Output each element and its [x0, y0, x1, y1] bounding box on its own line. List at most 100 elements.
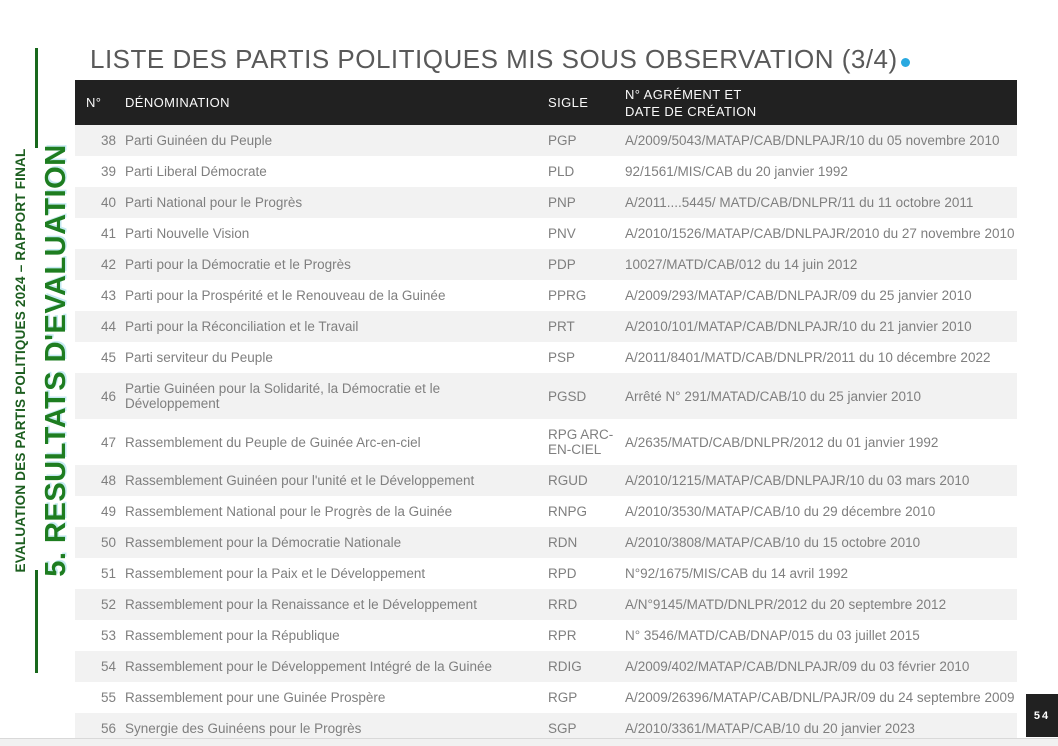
table-row: 53 Rassemblement pour la République RPR …	[75, 620, 1017, 651]
table-row: 47 Rassemblement du Peuple de Guinée Arc…	[75, 419, 1017, 465]
party-agrement: A/2011....5445/ MATD/CAB/DNLPR/11 du 11 …	[625, 195, 974, 210]
row-number: 49	[100, 504, 116, 519]
row-number: 54	[100, 659, 116, 674]
table-row: 43 Parti pour la Prospérité et le Renouv…	[75, 280, 1017, 311]
party-sigle: PGP	[548, 133, 577, 148]
party-name: Parti pour la Démocratie et le Progrès	[125, 257, 351, 272]
party-name: Parti pour la Réconciliation et le Trava…	[125, 319, 359, 334]
col-header-agrement: N° AGRÉMENT ET DATE DE CRÉATION	[625, 80, 1017, 125]
table-row: 52 Rassemblement pour la Renaissance et …	[75, 589, 1017, 620]
table-row: 45 Parti serviteur du Peuple PSP A/2011/…	[75, 342, 1017, 373]
row-number: 40	[100, 195, 116, 210]
page-title-text: LISTE DES PARTIS POLITIQUES MIS SOUS OBS…	[90, 44, 898, 74]
party-name: Parti Guinéen du Peuple	[125, 133, 273, 148]
table-row: 50 Rassemblement pour la Démocratie Nati…	[75, 527, 1017, 558]
party-sigle: RGUD	[548, 473, 588, 488]
row-number: 52	[100, 597, 116, 612]
row-number: 38	[100, 133, 116, 148]
party-sigle: PLD	[548, 164, 575, 179]
party-name: Rassemblement pour la Démocratie Nationa…	[125, 535, 402, 550]
party-agrement: N° 3546/MATD/CAB/DNAP/015 du 03 juillet …	[625, 628, 920, 643]
party-name: Rassemblement du Peuple de Guinée Arc-en…	[125, 434, 421, 450]
party-name: Rassemblement pour la République	[125, 628, 340, 643]
page-title: LISTE DES PARTIS POLITIQUES MIS SOUS OBS…	[90, 44, 1010, 78]
row-number: 41	[100, 226, 116, 241]
party-agrement: 92/1561/MIS/CAB du 20 janvier 1992	[625, 164, 848, 179]
row-number: 50	[100, 535, 116, 550]
party-name: Rassemblement Guinéen pour l'unité et le…	[125, 473, 475, 488]
table-row: 46 Partie Guinéen pour la Solidarité, la…	[75, 373, 1017, 419]
party-name: Parti Nouvelle Vision	[125, 226, 250, 241]
row-number: 39	[100, 164, 116, 179]
row-number: 46	[100, 388, 116, 404]
col-header-sigle: SIGLE	[548, 80, 625, 125]
party-agrement: A/2635/MATD/CAB/DNLPR/2012 du 01 janvier…	[625, 434, 939, 450]
party-agrement: A/2009/5043/MATAP/CAB/DNLPAJR/10 du 05 n…	[625, 133, 1000, 148]
table-row: 41 Parti Nouvelle Vision PNV A/2010/1526…	[75, 218, 1017, 249]
party-sigle: RPD	[548, 566, 577, 581]
party-agrement: A/2010/3808/MATAP/CAB/10 du 15 octobre 2…	[625, 535, 921, 550]
party-agrement: A/2009/402/MATAP/CAB/DNLPAJR/09 du 03 fé…	[625, 659, 970, 674]
party-sigle: RDN	[548, 535, 578, 550]
party-sigle: RRD	[548, 597, 578, 612]
page-number-badge: 54	[1026, 694, 1058, 737]
party-sigle: PPRG	[548, 288, 587, 303]
row-number: 43	[100, 288, 116, 303]
table-row: 44 Parti pour la Réconciliation et le Tr…	[75, 311, 1017, 342]
party-agrement: A/2010/101/MATAP/CAB/DNLPAJR/10 du 21 ja…	[625, 319, 972, 334]
party-agrement: A/2010/1215/MATAP/CAB/DNLPAJR/10 du 03 m…	[625, 473, 970, 488]
party-agrement: A/2009/293/MATAP/CAB/DNLPAJR/09 du 25 ja…	[625, 288, 972, 303]
table-row: 55 Rassemblement pour une Guinée Prospèr…	[75, 682, 1017, 713]
table-row: 54 Rassemblement pour le Développement I…	[75, 651, 1017, 682]
party-name: Rassemblement pour la Paix et le Dévelop…	[125, 566, 426, 581]
row-number: 42	[100, 257, 116, 272]
party-sigle: PNV	[548, 226, 576, 241]
party-agrement: A/2010/1526/MATAP/CAB/DNLPAJR/2010 du 27…	[625, 226, 1015, 241]
table-row: 49 Rassemblement National pour le Progrè…	[75, 496, 1017, 527]
party-sigle: RNPG	[548, 504, 588, 519]
party-agrement: N°92/1675/MIS/CAB du 14 avril 1992	[625, 566, 849, 581]
sidebar-section-label: 5. RESULTATS D'EVALUATION	[40, 144, 72, 577]
party-sigle: RDIG	[548, 659, 582, 674]
party-agrement: A/2011/8401/MATD/CAB/DNLPR/2011 du 10 dé…	[625, 350, 991, 365]
slide-bottom-edge	[0, 738, 1058, 746]
row-number: 48	[100, 473, 116, 488]
party-name: Rassemblement National pour le Progrès d…	[125, 504, 453, 519]
row-number: 47	[100, 434, 116, 450]
party-sigle: RGP	[548, 690, 578, 705]
party-sigle: PRT	[548, 319, 575, 334]
row-number: 53	[100, 628, 116, 643]
table-row: 42 Parti pour la Démocratie et le Progrè…	[75, 249, 1017, 280]
table-row: 40 Parti National pour le Progrès PNP A/…	[75, 187, 1017, 218]
party-name: Rassemblement pour une Guinée Prospère	[125, 690, 386, 705]
table-body: 38 Parti Guinéen du Peuple PGP A/2009/50…	[75, 125, 1017, 744]
party-sigle: RPG ARC-EN-CIEL	[548, 427, 614, 457]
party-sigle: PGSD	[548, 388, 587, 404]
party-agrement: 10027/MATD/CAB/012 du 14 juin 2012	[625, 257, 858, 272]
page-number: 54	[1033, 709, 1051, 722]
party-sigle: PNP	[548, 195, 576, 210]
row-number: 55	[100, 690, 116, 705]
col-header-denomination: DÉNOMINATION	[125, 80, 548, 125]
row-number: 51	[100, 566, 116, 581]
party-agrement: A/N°9145/MATD/DNLPR/2012 du 20 septembre…	[625, 597, 947, 612]
table-header: N° DÉNOMINATION SIGLE N° AGRÉMENT ET DAT…	[75, 80, 1017, 125]
party-name: Parti pour la Prospérité et le Renouveau…	[125, 288, 446, 303]
party-name: Rassemblement pour la Renaissance et le …	[125, 597, 477, 612]
table-row: 48 Rassemblement Guinéen pour l'unité et…	[75, 465, 1017, 496]
parties-table: N° DÉNOMINATION SIGLE N° AGRÉMENT ET DAT…	[75, 80, 1017, 744]
party-name: Rassemblement pour le Développement Inté…	[125, 659, 492, 674]
party-name: Parti serviteur du Peuple	[125, 350, 273, 365]
title-accent-dot	[900, 58, 910, 67]
table-row: 38 Parti Guinéen du Peuple PGP A/2009/50…	[75, 125, 1017, 156]
party-name: Parti National pour le Progrès	[125, 195, 303, 210]
row-number: 45	[100, 350, 116, 365]
party-agrement: A/2010/3530/MATAP/CAB/10 du 29 décembre …	[625, 504, 936, 519]
party-agrement: A/2009/26396/MATAP/CAB/DNL/PAJR/09 du 24…	[625, 690, 1015, 705]
sidebar-report-label: EVALUATION DES PARTIS POLITIQUES 2024 – …	[13, 148, 28, 573]
party-sigle: PSP	[548, 350, 576, 365]
party-name: Partie Guinéen pour la Solidarité, la Dé…	[125, 381, 441, 411]
table-row: 39 Parti Liberal Démocrate PLD 92/1561/M…	[75, 156, 1017, 187]
table-row: 51 Rassemblement pour la Paix et le Déve…	[75, 558, 1017, 589]
col-header-num: N°	[75, 80, 125, 125]
